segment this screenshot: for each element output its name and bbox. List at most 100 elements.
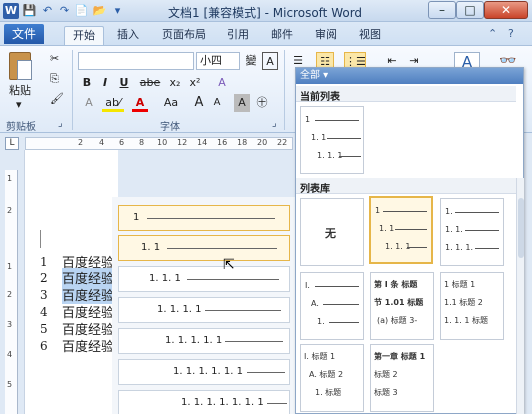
tab-home[interactable]: 开始 (64, 26, 104, 45)
maximize-button[interactable]: □ (456, 1, 484, 19)
tab-mailings[interactable]: 邮件 (264, 26, 300, 45)
list-item-text[interactable]: 百度经验 (62, 336, 118, 355)
save-icon[interactable]: 💾 (22, 3, 37, 18)
paste-button-label[interactable]: 粘贴 (9, 82, 31, 98)
enclose-characters-button[interactable]: ㊉ (254, 94, 270, 112)
open-folder-icon[interactable]: 📂 (92, 3, 107, 18)
paste-dropdown-icon[interactable]: ▾ (16, 98, 22, 111)
horizontal-ruler[interactable]: 2 4 6 8 10 12 14 16 18 20 22 (25, 137, 293, 150)
list-level-3[interactable]: 1. 1. 1 (118, 266, 290, 292)
list-number: 4 (40, 305, 48, 319)
ruler-number: 12 (177, 138, 188, 147)
mouse-pointer-icon: ⇱ (223, 257, 235, 273)
tab-file[interactable]: 文件 (4, 24, 44, 44)
shrink-font-button[interactable]: A (210, 94, 224, 112)
list-style-1-1-1[interactable]: 1 1. 1 1. 1. 1 (369, 196, 433, 264)
list-number: 3 (40, 288, 48, 302)
list-style-heading-roman[interactable]: I. 标题 1 A. 标题 2 1. 标题 (300, 344, 364, 412)
minimize-ribbon-icon[interactable]: ⌃ (488, 27, 497, 40)
copy-icon[interactable]: ⎘ (50, 72, 59, 86)
list-level-4[interactable]: 1. 1. 1. 1 (118, 297, 290, 323)
format-painter-icon[interactable]: 🖌 (50, 92, 64, 105)
list-style-heading-numbered[interactable]: 1 标题 1 1.1 标题 2 1. 1. 1 标题 (440, 272, 504, 340)
bold-button[interactable]: B (80, 74, 94, 92)
word-app-icon[interactable]: W (3, 3, 19, 19)
font-color-button[interactable]: A (132, 94, 148, 112)
ruler-number: 4 (7, 350, 13, 359)
tab-page-layout[interactable]: 页面布局 (154, 26, 214, 45)
redo-icon[interactable]: ↷ (57, 3, 72, 18)
text-cursor (40, 230, 41, 248)
ruler-number: 16 (217, 138, 228, 147)
character-border-button[interactable]: A (262, 52, 278, 70)
strikethrough-button[interactable]: abe (138, 74, 162, 92)
list-style-article-section[interactable]: 第 I 条 标题 节 1.01 标题 (a) 标题 3- (370, 272, 434, 340)
paste-paper-icon[interactable] (17, 60, 32, 80)
tab-insert[interactable]: 插入 (110, 26, 146, 45)
ruler-number: 1 (7, 174, 13, 183)
italic-button[interactable]: I (98, 74, 112, 92)
cut-icon[interactable]: ✂ (50, 52, 59, 65)
clipboard-group-label: 剪贴板 (6, 122, 36, 133)
list-number: 6 (40, 339, 48, 353)
list-level-1[interactable]: 1 (118, 205, 290, 231)
font-group-label: 字体 (160, 122, 180, 133)
list-level-gallery: 1 1. 1 1. 1. 1 1. 1. 1. 1 1. 1. 1. 1. 1 … (112, 197, 295, 414)
panel-scrollbar[interactable] (516, 178, 524, 414)
close-button[interactable]: ✕ (484, 1, 528, 19)
ruler-number: 1 (7, 262, 13, 271)
list-number: 1 (40, 255, 48, 269)
tab-selector[interactable]: L (5, 137, 19, 150)
list-level-2[interactable]: 1. 1 (118, 235, 290, 261)
font-size-box[interactable]: 小四 (196, 52, 240, 70)
ruler-number: 2 (78, 138, 84, 147)
new-document-icon[interactable]: 📄 (74, 3, 89, 18)
divider (72, 50, 73, 130)
list-level-5[interactable]: 1. 1. 1. 1. 1 (118, 328, 290, 354)
list-number: 2 (40, 271, 48, 285)
clipboard-launcher-icon[interactable]: ⌟ (58, 118, 63, 129)
tab-view[interactable]: 视图 (352, 26, 388, 45)
help-icon[interactable]: ? (508, 27, 514, 40)
list-level-6[interactable]: 1. 1. 1. 1. 1. 1 (118, 359, 290, 385)
ruler-number: 2 (7, 290, 13, 299)
undo-icon[interactable]: ↶ (40, 3, 55, 18)
clear-formatting-button[interactable]: A (214, 74, 230, 92)
title-bar: W 💾 ↶ ↷ 📄 📂 ▾ 文档1 [兼容模式] - Microsoft Wor… (0, 0, 532, 22)
divider (284, 50, 285, 130)
list-style-1-dot[interactable]: 1. 1. 1. 1. 1. 1. (440, 198, 504, 266)
list-library-title: 列表库 (300, 184, 330, 195)
ruler-number: 4 (99, 138, 105, 147)
multilevel-list-dropdown: 全部 ▾ 当前列表 1 1. 1 1. 1. 1 列表库 无 1 1. 1 1.… (295, 67, 524, 414)
ruler-number: 18 (237, 138, 248, 147)
minimize-button[interactable]: – (428, 1, 456, 19)
tab-references[interactable]: 引用 (220, 26, 256, 45)
list-level-7[interactable]: 1. 1. 1. 1. 1. 1. 1 (118, 390, 290, 414)
underline-button[interactable]: U (117, 74, 131, 92)
superscript-button[interactable]: x² (186, 74, 204, 92)
ruler-number: 22 (277, 138, 288, 147)
ruler-number: 3 (7, 320, 13, 329)
grow-font-button[interactable]: A (192, 94, 206, 112)
ruler-number: 8 (139, 138, 145, 147)
change-case-button[interactable]: Aa (160, 94, 182, 112)
subscript-button[interactable]: x₂ (166, 74, 184, 92)
current-list-tile[interactable]: 1 1. 1 1. 1. 1 (300, 106, 364, 174)
list-style-none[interactable]: 无 (300, 198, 364, 266)
window-title: 文档1 [兼容模式] - Microsoft Word (168, 6, 363, 20)
customize-quick-access-icon[interactable]: ▾ (110, 3, 125, 18)
highlight-button[interactable]: ab⁄ (102, 94, 124, 112)
font-launcher-icon[interactable]: ⌟ (272, 118, 277, 129)
vertical-ruler[interactable]: 1 2 1 2 3 4 5 (5, 170, 18, 414)
text-effects-button[interactable]: A (80, 94, 98, 112)
scrollbar-thumb[interactable] (518, 198, 524, 258)
phonetic-guide-button[interactable]: 變 (243, 52, 259, 70)
ruler-number: 10 (157, 138, 168, 147)
filter-all-dropdown[interactable]: 全部 ▾ (296, 68, 523, 84)
list-style-roman[interactable]: I. A. 1. (300, 272, 364, 340)
character-shading-button[interactable]: A (234, 94, 250, 112)
tab-review[interactable]: 审阅 (308, 26, 344, 45)
list-style-chapter[interactable]: 第一章 标题 1 标题 2 标题 3 (370, 344, 434, 412)
ruler-number: 20 (257, 138, 268, 147)
font-name-box[interactable] (78, 52, 194, 70)
